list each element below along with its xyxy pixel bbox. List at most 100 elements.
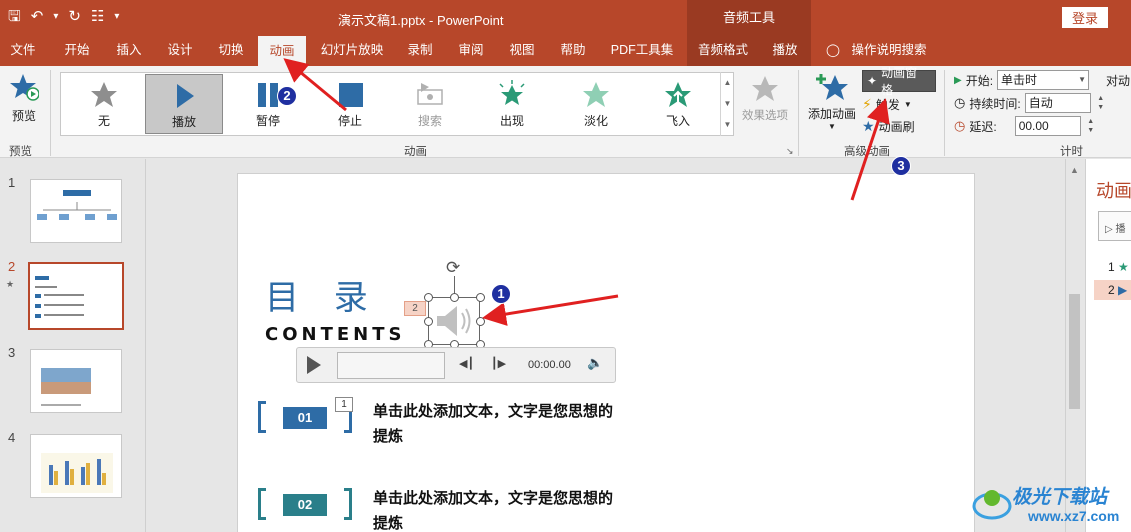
gallery-down-icon[interactable]: ▼ bbox=[721, 93, 734, 114]
fade-star-icon bbox=[583, 82, 609, 107]
tab-slideshow[interactable]: 幻灯片放映 bbox=[318, 36, 386, 66]
gallery-scroll[interactable]: ▲ ▼ ▼ bbox=[720, 72, 734, 136]
tab-playback[interactable]: 播放 bbox=[770, 36, 800, 66]
tab-file[interactable]: 文件 bbox=[8, 36, 38, 66]
player-volume-icon[interactable]: 🔈 bbox=[587, 355, 603, 371]
player-back-icon[interactable]: ◀┃ bbox=[459, 357, 474, 370]
rotate-handle-icon[interactable]: ⟳ bbox=[446, 258, 460, 278]
toc-number[interactable]: 02 bbox=[283, 494, 327, 516]
duration-spinner[interactable]: ▲ ▼ bbox=[1095, 94, 1107, 112]
animation-pane-button[interactable]: ✦ 动画窗格 bbox=[862, 66, 936, 97]
tab-audio-format[interactable]: 音频格式 bbox=[695, 36, 751, 66]
slide-thumbnail-2[interactable] bbox=[28, 262, 124, 330]
bracket-right bbox=[344, 488, 352, 520]
login-button[interactable]: 登录 bbox=[1062, 7, 1108, 28]
resize-handle[interactable] bbox=[450, 293, 459, 302]
audio-object[interactable] bbox=[428, 297, 480, 345]
slide-1-preview bbox=[37, 190, 117, 220]
anim-none[interactable]: 无 bbox=[65, 74, 143, 134]
slide-scrollbar[interactable]: ▲ bbox=[1065, 159, 1083, 532]
trigger-button[interactable]: ⚡ 触发 ▼ bbox=[862, 93, 912, 115]
customize-qat-icon[interactable]: ▾ bbox=[114, 6, 119, 28]
tell-me-search[interactable]: 操作说明搜索 bbox=[850, 36, 928, 66]
anim-pause[interactable]: 暂停 bbox=[229, 74, 307, 134]
anim-play[interactable]: 播放 bbox=[145, 74, 223, 134]
toc-text[interactable]: 单击此处添加文本，文字是您思想的提炼 bbox=[373, 486, 613, 532]
toc-number[interactable]: 01 bbox=[283, 407, 327, 429]
timing-group-label: 计时 bbox=[1060, 146, 1083, 158]
preview-button[interactable]: 预览 bbox=[6, 72, 42, 124]
start-select[interactable]: 单击时 ▼ bbox=[997, 70, 1090, 90]
scroll-thumb[interactable] bbox=[1069, 294, 1080, 409]
toc-text[interactable]: 单击此处添加文本，文字是您思想的提炼 bbox=[373, 399, 613, 449]
tab-animations[interactable]: 动画 bbox=[258, 36, 306, 66]
slide-title[interactable]: 目 录 bbox=[265, 270, 380, 319]
pane-animation-row[interactable]: 1 ★ bbox=[1094, 257, 1131, 277]
resize-handle[interactable] bbox=[424, 317, 433, 326]
lightbulb-icon[interactable]: ◯ bbox=[826, 36, 840, 66]
slide-number: 1 bbox=[8, 175, 16, 190]
slide-thumbnail-1[interactable] bbox=[30, 179, 122, 243]
tab-home[interactable]: 开始 bbox=[62, 36, 92, 66]
resize-handle[interactable] bbox=[476, 293, 485, 302]
tab-insert[interactable]: 插入 bbox=[114, 36, 144, 66]
undo-dropdown-icon[interactable]: ▾ bbox=[53, 6, 58, 28]
save-icon[interactable]: 🖫 bbox=[8, 6, 21, 28]
pane-row-play-icon: ▶ bbox=[1118, 283, 1128, 297]
redo-icon[interactable]: ↻ bbox=[68, 6, 81, 28]
slide-has-animation-icon: ★ bbox=[6, 279, 15, 289]
tab-pdf-tools[interactable]: PDF工具集 bbox=[608, 36, 676, 66]
resize-handle[interactable] bbox=[476, 317, 485, 326]
tab-transitions[interactable]: 切换 bbox=[216, 36, 246, 66]
present-icon[interactable]: ☷ bbox=[91, 6, 104, 28]
reorder-animation-label[interactable]: 对动 bbox=[1106, 72, 1130, 89]
delay-spinner[interactable]: ▲ ▼ bbox=[1085, 117, 1097, 135]
pane-row-number: 2 bbox=[1108, 283, 1115, 297]
tab-record[interactable]: 录制 bbox=[405, 36, 435, 66]
animation-dialog-launcher-icon[interactable]: ↘ bbox=[786, 146, 794, 157]
animation-order-tag[interactable]: 2 bbox=[404, 301, 426, 316]
slide-thumbnail-4[interactable] bbox=[30, 434, 122, 498]
gallery-up-icon[interactable]: ▲ bbox=[721, 72, 734, 93]
tab-review[interactable]: 审阅 bbox=[456, 36, 486, 66]
player-forward-icon[interactable]: ┃▶ bbox=[491, 357, 506, 370]
anim-stop[interactable]: 停止 bbox=[311, 74, 389, 134]
animation-painter-button[interactable]: ★ 动画刷 bbox=[862, 115, 915, 137]
pane-animation-row-selected[interactable]: 2 ▶ bbox=[1094, 280, 1131, 300]
trigger-label: 触发 bbox=[875, 97, 900, 112]
preview-group-label: 预览 bbox=[9, 146, 32, 158]
animation-order-tag[interactable]: 1 bbox=[335, 397, 353, 412]
player-play-icon[interactable] bbox=[307, 356, 321, 374]
anim-fly-in[interactable]: 飞入 bbox=[639, 74, 717, 134]
tab-view[interactable]: 视图 bbox=[507, 36, 537, 66]
tab-help[interactable]: 帮助 bbox=[558, 36, 588, 66]
duration-field[interactable]: 自动 bbox=[1024, 93, 1091, 113]
slide-2-preview bbox=[35, 276, 84, 318]
scroll-up-icon[interactable]: ▲ bbox=[1070, 165, 1079, 175]
gallery-more-icon[interactable]: ▼ bbox=[721, 114, 734, 135]
pane-play-button[interactable]: ▷ 播 bbox=[1098, 211, 1131, 241]
slide-thumbnail-3[interactable] bbox=[30, 349, 122, 413]
toc-item: 02 单击此处添加文本，文字是您思想的提炼 bbox=[258, 486, 658, 532]
watermark-text: 极光下载站 bbox=[1012, 487, 1108, 508]
start-play-icon: ▶ bbox=[954, 74, 962, 86]
anim-appear[interactable]: 出现 bbox=[473, 74, 551, 134]
slide-canvas[interactable]: 目 录 CONTENTS 2 ⟳ ◀┃ ┃▶ 00:00.00 🔈 01 1 单… bbox=[237, 173, 975, 532]
tab-design[interactable]: 设计 bbox=[165, 36, 195, 66]
audio-player-bar: ◀┃ ┃▶ 00:00.00 🔈 bbox=[296, 347, 616, 383]
ribbon-tabs: 文件 开始 插入 设计 切换 动画 幻灯片放映 录制 审阅 视图 帮助 PDF工… bbox=[0, 36, 1131, 66]
undo-icon[interactable]: ↶ bbox=[31, 6, 44, 28]
anim-appear-label: 出现 bbox=[499, 114, 524, 128]
resize-handle[interactable] bbox=[424, 293, 433, 302]
anim-seek-label: 搜索 bbox=[417, 114, 442, 128]
player-progress-track[interactable] bbox=[337, 352, 445, 379]
delay-field[interactable]: 00.00 bbox=[1014, 116, 1081, 136]
add-animation-button[interactable]: 添加动画 ▼ bbox=[806, 72, 858, 131]
anim-fade[interactable]: 淡化 bbox=[557, 74, 635, 134]
pane-row-number: 1 bbox=[1108, 260, 1115, 274]
play-icon bbox=[177, 84, 194, 108]
slide-subtitle[interactable]: CONTENTS bbox=[265, 324, 405, 345]
seek-icon bbox=[417, 83, 443, 105]
slide-number: 3 bbox=[8, 345, 16, 360]
pane-play-label: 播 bbox=[1115, 224, 1126, 235]
